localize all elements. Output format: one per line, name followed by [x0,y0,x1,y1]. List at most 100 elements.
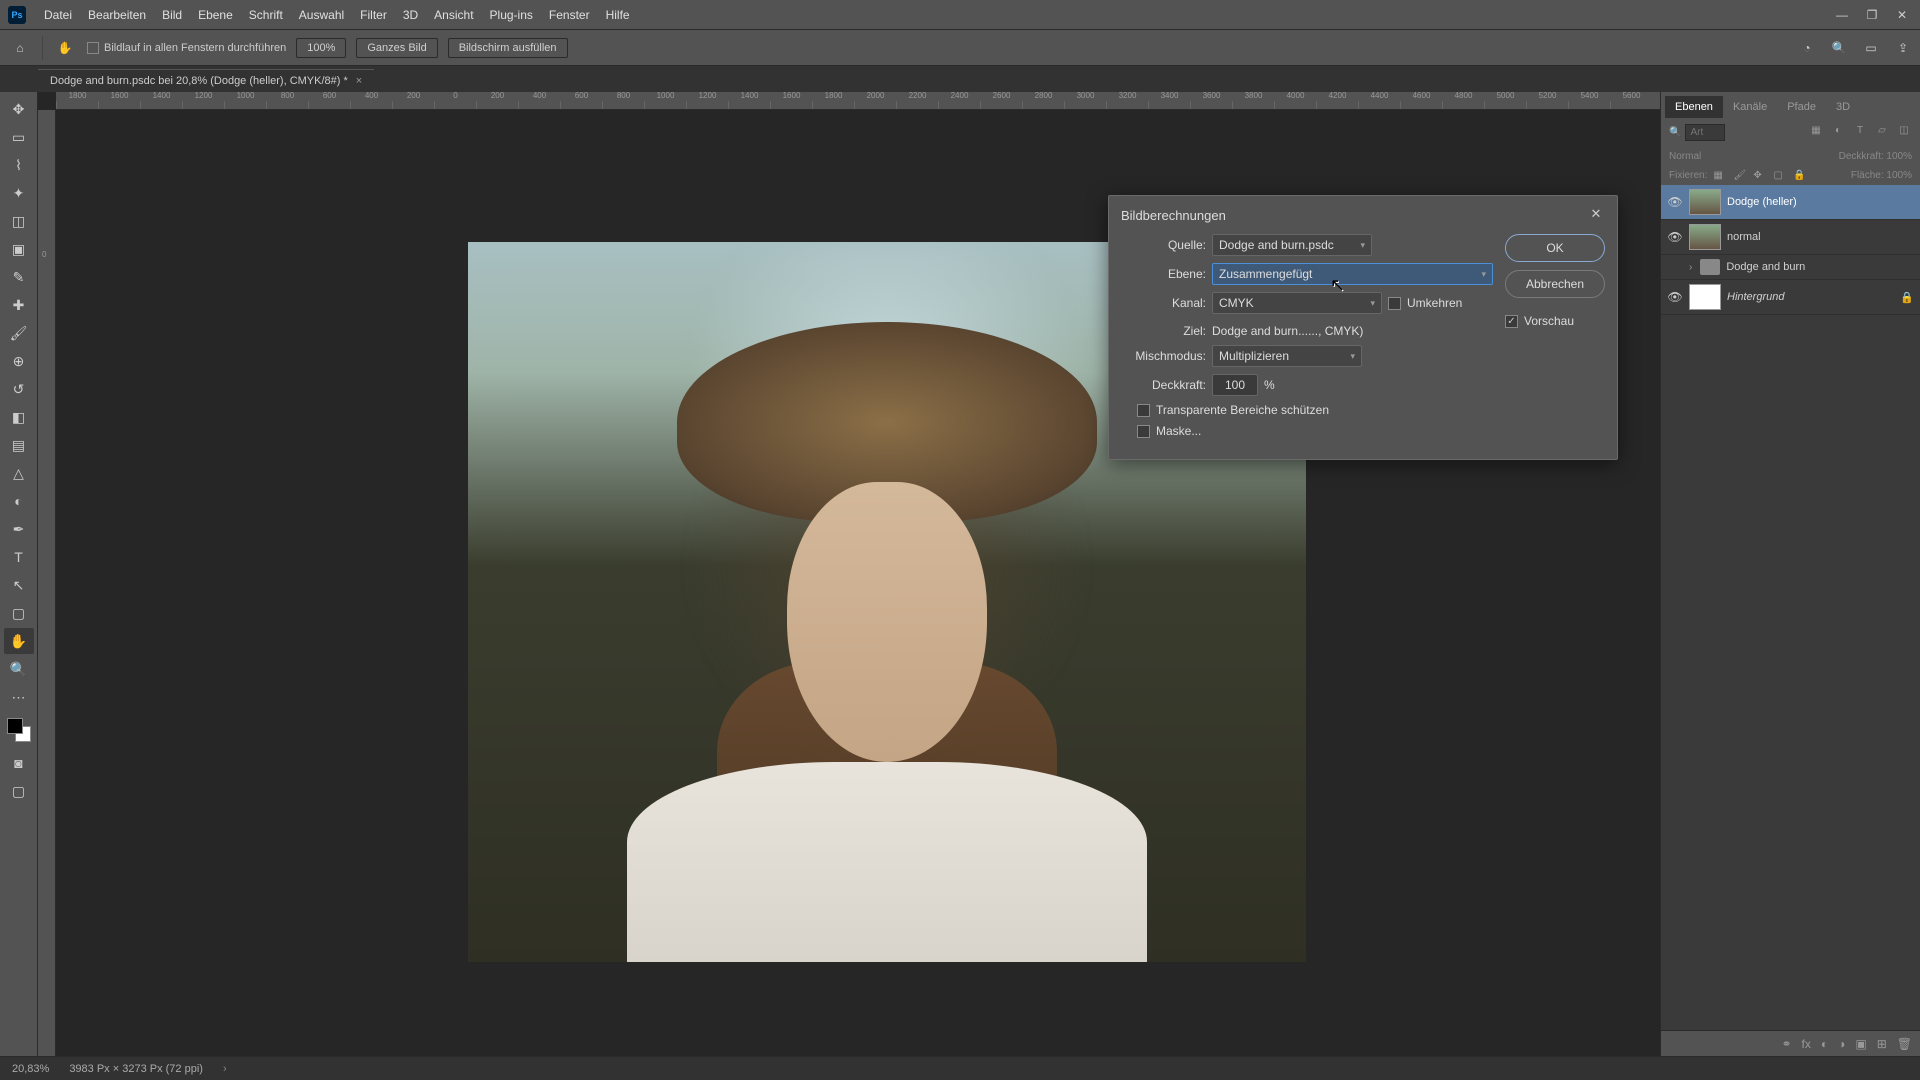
ok-button[interactable]: OK [1505,234,1605,262]
menu-select[interactable]: Auswahl [291,8,352,22]
layer-thumbnail[interactable] [1689,284,1721,310]
zoom-level[interactable]: 20,83% [12,1063,49,1075]
preview-checkbox[interactable]: Vorschau [1505,314,1605,328]
document-tab[interactable]: Dodge and burn.psdc bei 20,8% (Dodge (he… [38,69,374,92]
checkbox-icon[interactable] [87,42,99,54]
type-tool[interactable]: T [4,544,34,570]
blend-mode-select[interactable]: Normal [1669,151,1701,162]
invert-checkbox[interactable]: Umkehren [1388,296,1462,310]
lock-pixels-icon[interactable]: 🖌 [1733,170,1747,181]
channel-select[interactable]: CMYK▾ [1212,292,1382,314]
adjustment-layer-icon[interactable]: ◑ [1838,1037,1845,1051]
healing-tool[interactable]: ✚ [4,292,34,318]
hand-tool[interactable]: ✋ [4,628,34,654]
zoom-tool[interactable]: 🔍 [4,656,34,682]
filter-shape-icon[interactable]: ▱ [1874,125,1890,141]
opacity-input[interactable]: 100 [1212,374,1258,396]
filter-type-input[interactable] [1685,124,1725,141]
menu-3d[interactable]: 3D [395,8,426,22]
stamp-tool[interactable]: ⊕ [4,348,34,374]
layer-row[interactable]: 👁 Hintergrund 🔒 [1661,280,1920,315]
hand-tool-icon[interactable]: ✋ [53,36,77,60]
layer-thumbnail[interactable] [1689,224,1721,250]
history-brush-tool[interactable]: ↺ [4,376,34,402]
cancel-button[interactable]: Abbrechen [1505,270,1605,298]
crop-tool[interactable]: ◫ [4,208,34,234]
close-tab-icon[interactable]: × [356,75,362,87]
fit-screen-button[interactable]: Ganzes Bild [356,38,437,58]
filter-type-icon[interactable]: T [1852,125,1868,141]
lock-transparent-icon[interactable]: ▦ [1713,170,1727,181]
move-tool[interactable]: ✥ [4,96,34,122]
menu-file[interactable]: Datei [36,8,80,22]
fill-screen-button[interactable]: Bildschirm ausfüllen [448,38,568,58]
filter-smart-icon[interactable]: ◫ [1896,125,1912,141]
layer-name[interactable]: Dodge and burn [1726,261,1914,273]
lock-position-icon[interactable]: ✥ [1753,170,1767,181]
menu-filter[interactable]: Filter [352,8,395,22]
dodge-tool[interactable]: ◐ [4,488,34,514]
layer-row[interactable]: 👁normal [1661,220,1920,255]
menu-type[interactable]: Schrift [241,8,291,22]
tab-layers[interactable]: Ebenen [1665,96,1723,118]
layer-select[interactable]: Zusammengefügt▾ [1212,263,1493,285]
layer-name[interactable]: Hintergrund [1727,291,1894,303]
new-layer-icon[interactable]: ⊞ [1877,1037,1887,1051]
color-swatch[interactable] [7,718,31,742]
workspace-icon[interactable]: ▭ [1862,41,1880,55]
visibility-icon[interactable]: 👁 [1667,290,1683,304]
layer-row[interactable]: › Dodge and burn [1661,255,1920,280]
lasso-tool[interactable]: ⌇ [4,152,34,178]
menu-view[interactable]: Ansicht [426,8,481,22]
frame-tool[interactable]: ▣ [4,236,34,262]
layer-row[interactable]: 👁Dodge (heller) [1661,185,1920,220]
brush-tool[interactable]: 🖌 [4,320,34,346]
menu-help[interactable]: Hilfe [598,8,638,22]
wand-tool[interactable]: ✦ [4,180,34,206]
layer-filter[interactable]: 🔍 [1669,124,1802,141]
search-icon[interactable]: 🔍 [1830,41,1848,55]
home-icon[interactable]: ⌂ [8,36,32,60]
lock-all-icon[interactable]: 🔒 [1793,170,1807,181]
gradient-tool[interactable]: ▤ [4,432,34,458]
source-select[interactable]: Dodge and burn.psdc▾ [1212,234,1372,256]
blend-select[interactable]: Multiplizieren▾ [1212,345,1362,367]
pen-tool[interactable]: ✒ [4,516,34,542]
window-restore-icon[interactable]: ❐ [1862,8,1882,22]
marquee-tool[interactable]: ▭ [4,124,34,150]
filter-adjust-icon[interactable]: ◐ [1830,125,1846,141]
tab-3d[interactable]: 3D [1826,96,1860,118]
menu-window[interactable]: Fenster [541,8,598,22]
foreground-color[interactable] [7,718,23,734]
screenmode-tool[interactable]: ▢ [4,778,34,804]
menu-layer[interactable]: Ebene [190,8,241,22]
menu-plugins[interactable]: Plug-ins [482,8,541,22]
layer-thumbnail[interactable] [1689,189,1721,215]
edit-toolbar[interactable]: ⋯ [4,684,34,710]
window-close-icon[interactable]: ✕ [1892,8,1912,22]
zoom-100-button[interactable]: 100% [296,38,346,58]
preserve-transparency-checkbox[interactable]: Transparente Bereiche schützen [1137,403,1329,417]
eraser-tool[interactable]: ◧ [4,404,34,430]
tab-paths[interactable]: Pfade [1777,96,1826,118]
eyedropper-tool[interactable]: ✎ [4,264,34,290]
scroll-all-windows-option[interactable]: Bildlauf in allen Fenstern durchführen [87,42,286,54]
mask-checkbox[interactable]: Maske... [1137,424,1201,438]
layer-mask-icon[interactable]: ◐ [1821,1037,1828,1051]
share-icon[interactable]: ⇪ [1894,41,1912,55]
group-icon[interactable]: ▣ [1855,1037,1866,1051]
dialog-close-icon[interactable]: ✕ [1587,206,1605,224]
lock-artboard-icon[interactable]: ▢ [1773,170,1787,181]
menu-image[interactable]: Bild [154,8,190,22]
quickmask-tool[interactable]: ◙ [4,750,34,776]
chevron-icon[interactable]: › [1689,262,1692,273]
visibility-icon[interactable]: 👁 [1667,230,1683,244]
visibility-icon[interactable]: 👁 [1667,195,1683,209]
link-layers-icon[interactable]: ⚭ [1781,1037,1791,1051]
lock-icon[interactable]: 🔒 [1900,291,1914,304]
fill-value[interactable]: 100% [1886,170,1912,181]
menu-edit[interactable]: Bearbeiten [80,8,154,22]
tab-channels[interactable]: Kanäle [1723,96,1777,118]
cloud-icon[interactable]: ◔ [1798,41,1816,55]
filter-pixel-icon[interactable]: ▦ [1808,125,1824,141]
